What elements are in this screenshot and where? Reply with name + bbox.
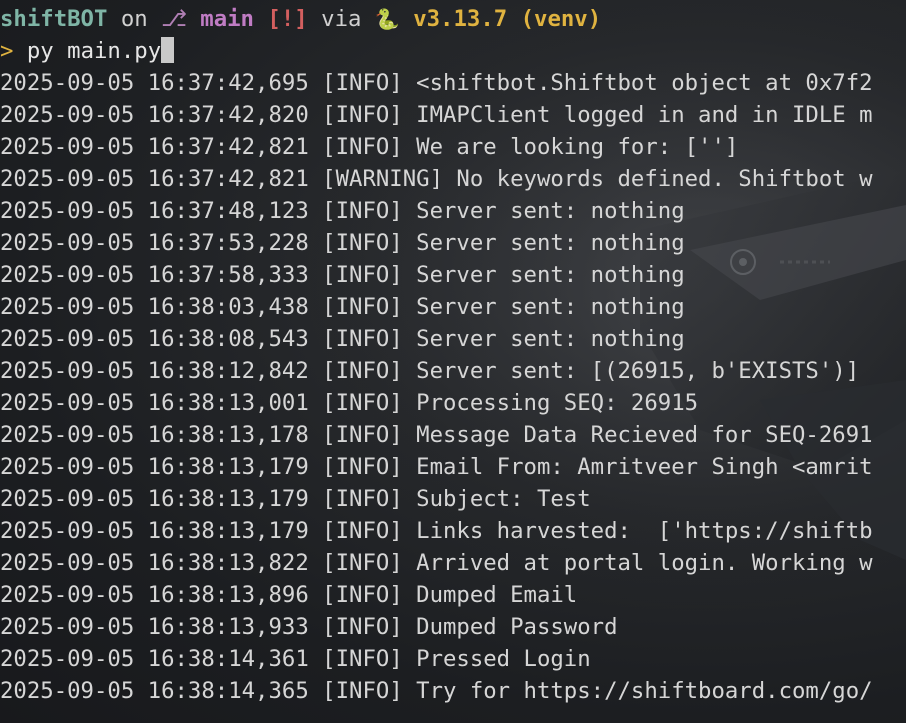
prompt-arrow-icon: > bbox=[0, 38, 14, 64]
log-line: 2025-09-05 16:38:12,842 [INFO] Server se… bbox=[0, 358, 860, 384]
log-line: 2025-09-05 16:38:13,179 [INFO] Email Fro… bbox=[0, 454, 873, 480]
prompt-repo-name: shiftBOT bbox=[0, 6, 108, 32]
log-line: 2025-09-05 16:38:13,178 [INFO] Message D… bbox=[0, 422, 873, 448]
terminal-output: shiftBOT on ⎇ main [!] via 🐍 v3.13.7 (ve… bbox=[0, 3, 906, 707]
log-line: 2025-09-05 16:38:13,933 [INFO] Dumped Pa… bbox=[0, 614, 618, 640]
command-line[interactable]: > py main.py bbox=[0, 35, 906, 67]
log-line: 2025-09-05 16:38:13,896 [INFO] Dumped Em… bbox=[0, 582, 578, 608]
prompt-via-text: via bbox=[321, 6, 362, 32]
git-branch-icon: ⎇ bbox=[161, 6, 187, 32]
text-cursor bbox=[161, 37, 175, 63]
log-line: 2025-09-05 16:38:14,365 [INFO] Try for h… bbox=[0, 678, 873, 704]
log-output: 2025-09-05 16:37:42,695 [INFO] <shiftbot… bbox=[0, 67, 906, 707]
log-line: 2025-09-05 16:38:13,179 [INFO] Links har… bbox=[0, 518, 873, 544]
log-line: 2025-09-05 16:38:03,438 [INFO] Server se… bbox=[0, 294, 685, 320]
log-line: 2025-09-05 16:38:08,543 [INFO] Server se… bbox=[0, 326, 685, 352]
log-line: 2025-09-05 16:38:13,179 [INFO] Subject: … bbox=[0, 486, 591, 512]
prompt-python-version: v3.13.7 (venv) bbox=[413, 6, 602, 32]
log-line: 2025-09-05 16:37:53,228 [INFO] Server se… bbox=[0, 230, 685, 256]
log-line: 2025-09-05 16:38:14,361 [INFO] Pressed L… bbox=[0, 646, 591, 672]
log-line: 2025-09-05 16:38:13,001 [INFO] Processin… bbox=[0, 390, 699, 416]
log-line: 2025-09-05 16:37:42,821 [INFO] We are lo… bbox=[0, 134, 739, 160]
log-line: 2025-09-05 16:37:48,123 [INFO] Server se… bbox=[0, 198, 685, 224]
python-snake-icon: 🐍 bbox=[374, 7, 400, 31]
log-line: 2025-09-05 16:37:42,695 [INFO] <shiftbot… bbox=[0, 70, 873, 96]
prompt-on-text: on bbox=[120, 6, 148, 32]
shell-prompt-line: shiftBOT on ⎇ main [!] via 🐍 v3.13.7 (ve… bbox=[0, 3, 906, 35]
log-line: 2025-09-05 16:37:42,820 [INFO] IMAPClien… bbox=[0, 102, 873, 128]
prompt-git-status: [!] bbox=[267, 6, 308, 32]
terminal-window[interactable]: shiftBOT on ⎇ main [!] via 🐍 v3.13.7 (ve… bbox=[0, 0, 906, 723]
prompt-git-branch: main bbox=[200, 6, 254, 32]
log-line: 2025-09-05 16:37:58,333 [INFO] Server se… bbox=[0, 262, 685, 288]
log-line: 2025-09-05 16:37:42,821 [WARNING] No key… bbox=[0, 166, 873, 192]
log-line: 2025-09-05 16:38:13,822 [INFO] Arrived a… bbox=[0, 550, 873, 576]
command-input[interactable]: py main.py bbox=[27, 38, 161, 64]
